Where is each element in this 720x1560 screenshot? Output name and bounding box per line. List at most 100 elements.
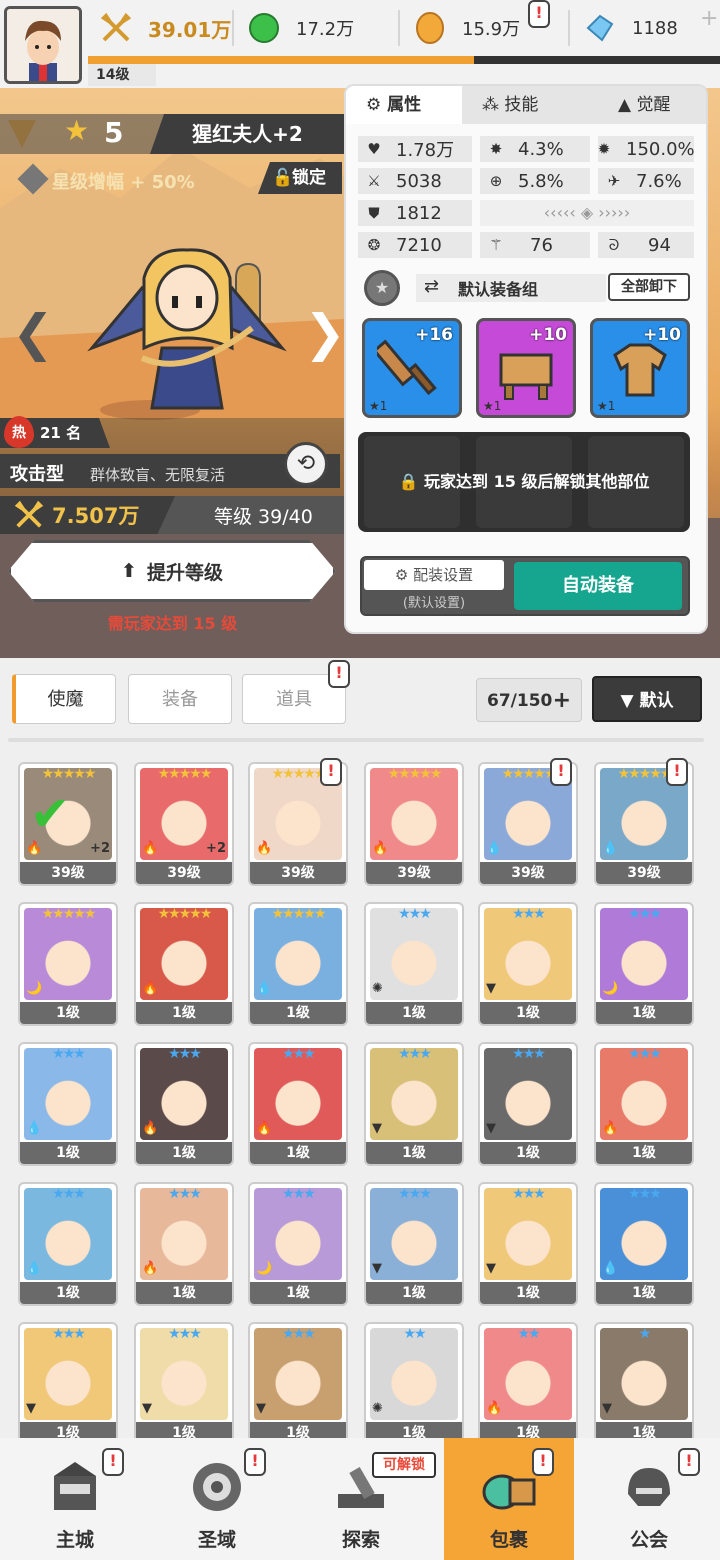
swap-icon[interactable]: ⇄ — [424, 276, 439, 297]
familiar-card[interactable]: ★★★★★ 🔥 +2 39级 — [134, 762, 234, 886]
familiar-card[interactable]: ★★★ 🌙 1级 — [594, 902, 694, 1026]
alert-badge: ! — [666, 758, 688, 786]
auto-equip-button[interactable]: 自动装备 — [514, 562, 682, 610]
tab-skills[interactable]: ⁂ 技能 — [482, 86, 538, 124]
familiar-card[interactable]: ★★★ ▼ 1级 — [134, 1322, 234, 1446]
chest-icon — [499, 353, 553, 400]
stat-speed: ✈ 7.6% — [602, 168, 682, 194]
player-avatar[interactable] — [4, 6, 82, 84]
element-icon: 💧 — [26, 1261, 43, 1276]
familiar-level: 1级 — [20, 1142, 116, 1164]
alert-badge: ! — [102, 1448, 124, 1476]
equip-slot-weapon[interactable]: +16 ★1 — [362, 318, 462, 418]
power-resource: 39.01万 — [100, 8, 231, 48]
swords-icon — [14, 500, 44, 534]
familiar-level: 1级 — [596, 1282, 692, 1304]
sort-button[interactable]: ▼ 默认 — [592, 676, 702, 722]
familiar-card[interactable]: ★★ ✺ 1级 — [364, 1322, 464, 1446]
familiar-card[interactable]: ★★★ 🌙 1级 — [248, 1182, 348, 1306]
equip-slot-armor[interactable]: +10 ★1 — [590, 318, 690, 418]
familiar-card[interactable]: ★★★ ✺ 1级 — [364, 902, 464, 1026]
familiar-level: 1级 — [480, 1142, 576, 1164]
familiar-level: 39级 — [480, 862, 576, 884]
tab-awaken[interactable]: ▲ 觉醒 — [618, 86, 670, 124]
nav-label: 圣域 — [197, 1529, 236, 1551]
unlockable-badge: 可解锁 — [372, 1452, 436, 1478]
slot-plus: +16 — [415, 325, 453, 345]
backpack-icon — [482, 1474, 536, 1510]
refresh-icon[interactable]: ⟲ — [284, 442, 328, 486]
unequip-all-button[interactable]: 全部卸下 — [608, 273, 690, 301]
familiar-card[interactable]: ★ ▼ 1级 — [594, 1322, 694, 1446]
stat-value: 1812 — [396, 202, 442, 224]
vortex-icon — [193, 1463, 241, 1511]
familiar-card[interactable]: ★★★ 🔥 1级 — [594, 1042, 694, 1166]
familiar-stars: ★★★ — [282, 1046, 316, 1062]
familiar-card[interactable]: ★★★ 💧 1级 — [594, 1182, 694, 1306]
tab-familiars[interactable]: 使魔 — [12, 674, 116, 724]
add-slot-icon[interactable]: + — [553, 679, 571, 723]
element-icon: ▼ — [256, 1401, 266, 1416]
familiar-card[interactable]: ★★★ ▼ 1级 — [478, 1042, 578, 1166]
prev-hero-button[interactable]: ❮ — [12, 304, 54, 362]
add-gem-icon[interactable]: + — [700, 6, 718, 31]
familiar-card[interactable]: ★★★ 🔥 1级 — [134, 1042, 234, 1166]
familiar-card[interactable]: ★★★★★ 🔥 +2 39级 ✔ — [18, 762, 118, 886]
element-icon: ▼ — [372, 1261, 382, 1276]
sword-icon — [377, 339, 437, 396]
more-stats-button[interactable]: ‹‹‹‹‹ ◈ ››››› — [480, 200, 694, 226]
gem-resource: 1188 — [584, 8, 678, 48]
lock-button[interactable]: 🔓 锁定 — [258, 162, 342, 194]
alert-badge: ! — [528, 0, 550, 28]
upgrade-level-button[interactable]: ⬆ 提升等级 — [8, 540, 336, 602]
familiar-level: 1级 — [596, 1142, 692, 1164]
element-icon: 🔥 — [142, 1121, 159, 1136]
element-icon: 🔥 — [256, 841, 273, 856]
stat-value: 5038 — [396, 170, 442, 192]
upgrade-label: 提升等级 — [146, 561, 223, 584]
familiar-card[interactable]: ★★★ 💧 1级 — [18, 1042, 118, 1166]
tab-attributes[interactable]: ⚙ 属性 — [346, 86, 462, 124]
element-icon: ▼ — [486, 1261, 496, 1276]
familiar-card[interactable]: ★★★ ▼ 1级 — [364, 1042, 464, 1166]
familiar-stars: ★★★★★ — [387, 766, 443, 782]
loadout-settings-button[interactable]: ⚙ 配装设置 — [364, 560, 504, 590]
familiar-card[interactable]: ★★★ ▼ 1级 — [18, 1322, 118, 1446]
familiar-card[interactable]: ★★★ 💧 1级 — [18, 1182, 118, 1306]
familiar-stars: ★★★ — [512, 1046, 546, 1062]
spiral-icon: ᘐ — [608, 236, 620, 254]
lock-icon: 🔓 — [272, 168, 294, 188]
familiar-card[interactable]: ★★★ ▼ 1级 — [364, 1182, 464, 1306]
next-hero-button[interactable]: ❯ — [304, 304, 346, 362]
slot-star: ★1 — [369, 399, 388, 413]
familiar-card[interactable]: ★★★ 🔥 1级 — [248, 1042, 348, 1166]
nav-bag[interactable]: 包裹 — [444, 1438, 574, 1560]
familiar-stars: ★★★ — [512, 906, 546, 922]
familiar-level: 1级 — [136, 1142, 232, 1164]
stat-value: 94 — [648, 234, 671, 256]
locked-message-text: 玩家达到 15 级后解锁其他部位 — [424, 472, 650, 491]
familiar-card[interactable]: ★★ 🔥 1级 — [478, 1322, 578, 1446]
sword-icon: ⚔ — [367, 172, 381, 190]
familiar-card[interactable]: ★★★ ▼ 1级 — [478, 902, 578, 1026]
familiar-level: 1级 — [366, 1002, 462, 1024]
divider — [398, 10, 400, 46]
tab-equipment[interactable]: 装备 — [128, 674, 232, 724]
familiar-card[interactable]: ★★★★★ 🌙 1级 — [18, 902, 118, 1026]
equip-slot-accessory[interactable]: +10 ★1 — [476, 318, 576, 418]
target-icon: ⊕ — [489, 172, 503, 190]
familiar-card[interactable]: ★★★★★ 💧 1级 — [248, 902, 348, 1026]
familiar-card[interactable]: ★★★★★ 🔥 1级 — [134, 902, 234, 1026]
familiar-card[interactable]: ★★★ ▼ 1级 — [248, 1322, 348, 1446]
familiar-card[interactable]: ★★★★★ 🔥 39级 — [364, 762, 464, 886]
familiar-card[interactable]: ★★★ 🔥 1级 — [134, 1182, 234, 1306]
familiar-stars: ★★★ — [52, 1326, 86, 1342]
green-orb-icon — [248, 12, 280, 44]
element-icon: ▼ — [142, 1401, 152, 1416]
slot-plus: +10 — [529, 325, 567, 345]
attributes-icon: ⚙ — [366, 95, 388, 115]
familiar-card[interactable]: ★★★ ▼ 1级 — [478, 1182, 578, 1306]
familiar-level: 1级 — [136, 1002, 232, 1024]
element-icon: ▼ — [486, 981, 496, 996]
stat-value: 5.8% — [518, 170, 564, 192]
